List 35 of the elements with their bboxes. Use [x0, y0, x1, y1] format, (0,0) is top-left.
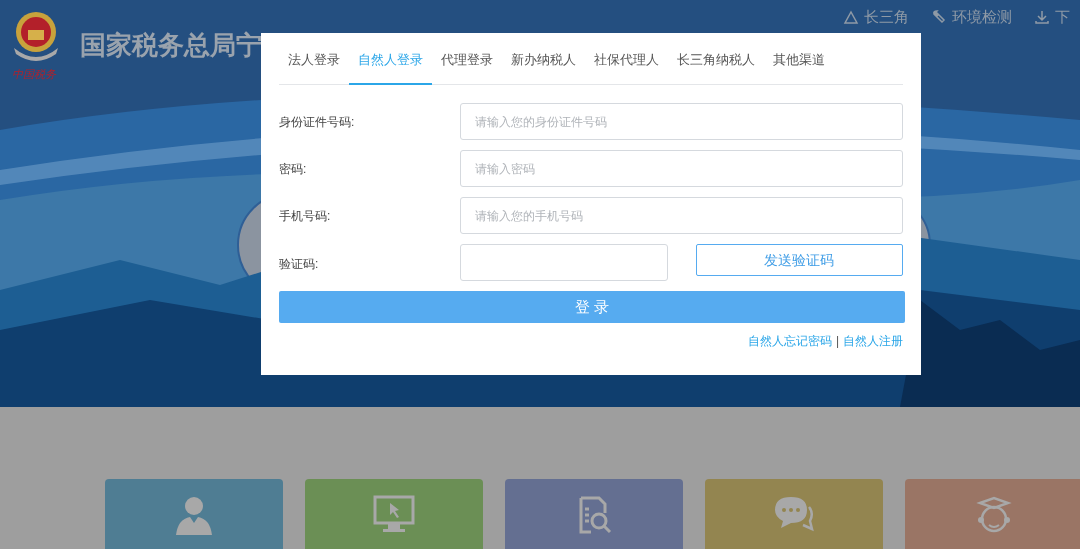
service-card[interactable] — [705, 479, 883, 549]
login-button[interactable]: 登 录 — [279, 291, 905, 323]
field-label: 手机号码: — [279, 207, 332, 225]
field-label: 验证码: — [279, 256, 320, 273]
chat-icon — [773, 495, 815, 533]
input-field[interactable]: 请输入您的手机号码 — [460, 197, 903, 234]
text-link[interactable]: 自然人忘记密码 — [747, 332, 832, 350]
triangle-icon — [843, 9, 859, 25]
download-icon — [1034, 9, 1050, 26]
logo-text: 中国税务 — [12, 67, 56, 82]
captcha-field[interactable] — [460, 244, 668, 281]
text-link[interactable]: 自然人注册 — [843, 332, 903, 350]
header-link[interactable]: 环境检测 — [931, 6, 1012, 29]
link-separator: | — [835, 333, 839, 350]
service-card[interactable] — [505, 479, 683, 549]
input-field[interactable]: 请输入您的身份证件号码 — [460, 103, 903, 140]
service-card[interactable] — [905, 479, 1080, 549]
input-field[interactable]: 请输入密码 — [460, 150, 903, 187]
wrench-icon — [931, 9, 947, 26]
header-link[interactable]: 下 — [1034, 6, 1070, 29]
site-title: 国家税务总局宁 — [80, 29, 262, 62]
service-card[interactable] — [105, 479, 283, 549]
monitor-icon — [373, 495, 415, 533]
login-tab[interactable]: 长三角纳税人 — [668, 33, 764, 85]
service-card[interactable] — [305, 479, 483, 549]
header-link[interactable]: 长三角 — [843, 6, 909, 29]
login-tab[interactable]: 自然人登录 — [349, 33, 432, 85]
login-tab[interactable]: 社保代理人 — [585, 33, 668, 85]
field-label: 密码: — [279, 160, 308, 178]
send-code-button[interactable]: 发送验证码 — [695, 244, 903, 276]
login-tab[interactable]: 新办纳税人 — [502, 33, 585, 85]
field-label: 身份证件号码: — [279, 113, 356, 131]
login-tab[interactable]: 其他渠道 — [764, 33, 834, 85]
login-tab[interactable]: 代理登录 — [432, 33, 502, 85]
login-tab[interactable]: 法人登录 — [279, 33, 349, 85]
